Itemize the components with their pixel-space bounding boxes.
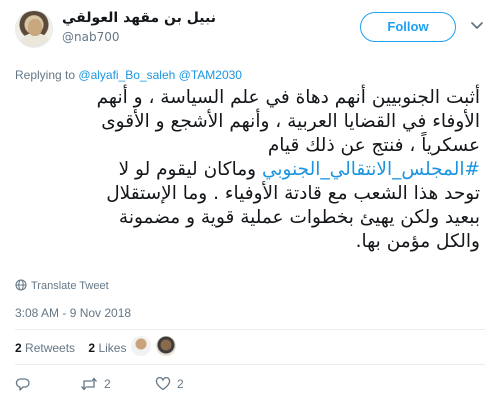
retweet-button[interactable]: 2 (80, 376, 111, 392)
tweet-line: #المجلس_الانتقالي_الجنوبي وماكان ليقوم ل… (12, 158, 480, 182)
engagement-stats: 2 Retweets 2 Likes (15, 341, 136, 355)
retweets-stat[interactable]: 2 Retweets (15, 341, 75, 355)
tweet-line: توحد هذا الشعب مع قادتة الأوفياء . وما ا… (106, 183, 480, 204)
tweet-line: الأوفاء في القضايا العربية ، وأنهم الأشج… (101, 111, 480, 132)
reply-icon (15, 376, 31, 392)
hashtag-link[interactable]: #المجلس_الانتقالي_الجنوبي (262, 159, 480, 180)
avatar[interactable] (130, 335, 152, 357)
divider (15, 364, 485, 365)
retweet-count: 2 (104, 377, 111, 391)
likes-count: 2 (88, 341, 96, 355)
chevron-down-icon[interactable] (470, 18, 484, 32)
replying-to: Replying to @alyafi_Bo_saleh @TAM2030 (15, 68, 242, 82)
tweet-line: ببعيد ولكن يهيئ بخطوات عملية قوية و مضمو… (118, 207, 480, 228)
author-handle[interactable]: @nab700 (62, 30, 119, 44)
like-button[interactable]: 2 (155, 376, 184, 392)
tweet-actions: 2 2 (15, 376, 315, 396)
mention-link[interactable]: @TAM2030 (179, 68, 242, 82)
tweet-line: أثبت الجنوبيين أنهم دهاة في علم السياسة … (96, 87, 480, 108)
author-avatar[interactable] (15, 10, 53, 48)
replying-prefix: Replying to (15, 68, 76, 82)
tweet-line: والكل مؤمن بها. (355, 231, 480, 252)
timestamp[interactable]: 3:08 AM - 9 Nov 2018 (15, 306, 131, 320)
globe-icon (15, 279, 27, 294)
translate-label: Translate Tweet (31, 280, 109, 292)
likes-stat[interactable]: 2 Likes (88, 341, 126, 355)
retweets-count: 2 (15, 341, 22, 355)
tweet-line-rest: وماكان ليقوم لو لا (118, 159, 262, 180)
retweet-icon (80, 376, 98, 392)
author-name[interactable]: نبيل بن مقهد العولقي (62, 10, 216, 26)
tweet-text: أثبت الجنوبيين أنهم دهاة في علم السياسة … (12, 86, 480, 254)
translate-tweet-link[interactable]: Translate Tweet (15, 279, 109, 294)
follow-button[interactable]: Follow (360, 12, 456, 42)
heart-icon (155, 376, 171, 392)
avatar-face (28, 19, 42, 36)
follow-button-label: Follow (387, 19, 429, 34)
tweet-line: عسكرياً ، فنتج عن ذلك قيام (267, 135, 480, 156)
mention-link[interactable]: @alyafi_Bo_saleh (78, 68, 175, 82)
likes-label: Likes (98, 341, 127, 355)
tweet-card: نبيل بن مقهد العولقي @nab700 Follow Repl… (0, 0, 500, 402)
divider (15, 329, 485, 330)
like-count: 2 (177, 377, 184, 391)
avatar[interactable] (155, 335, 177, 357)
reply-button[interactable] (15, 376, 31, 392)
retweets-label: Retweets (25, 341, 76, 355)
